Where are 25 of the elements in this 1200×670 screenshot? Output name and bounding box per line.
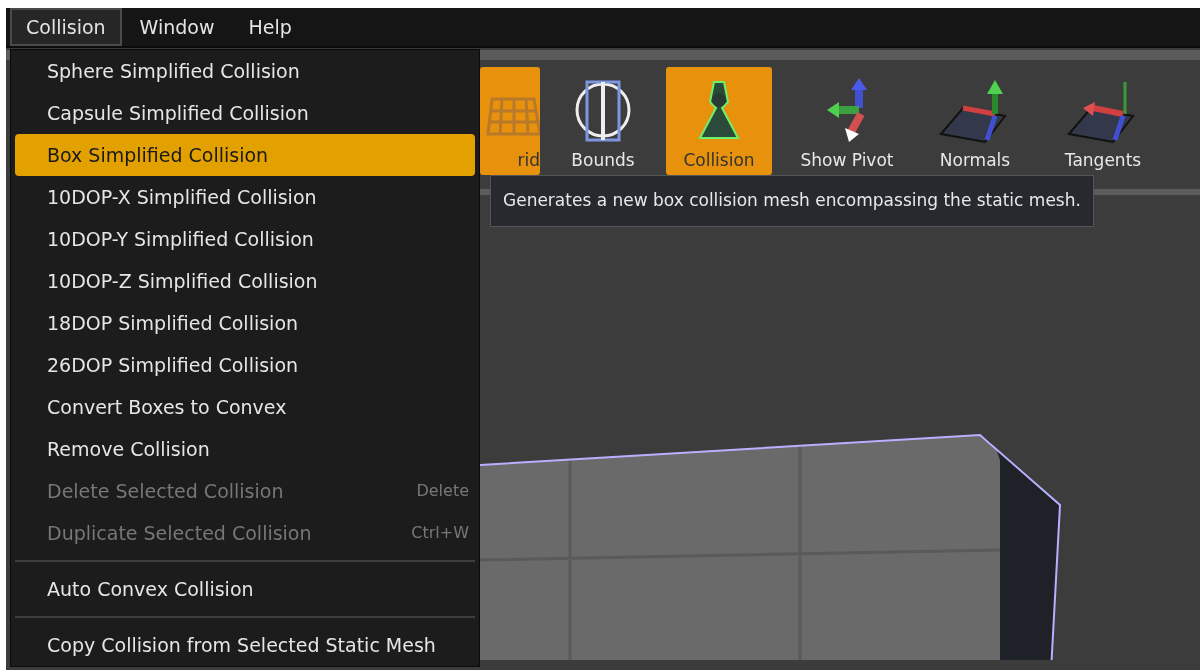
shortcut-label: Delete [416,480,469,502]
menu-item[interactable]: 10DOP-Y Simplified Collision [15,218,475,260]
shortcut-label: Ctrl+W [411,522,469,544]
menu-item[interactable]: Box Simplified Collision [15,134,475,176]
menu-item[interactable]: Remove Collision [15,428,475,470]
menu-item[interactable]: Sphere Simplified Collision [15,50,475,92]
toolbar-button[interactable]: Show Pivot [782,67,912,175]
toolbar-button[interactable]: Tangents [1038,67,1168,175]
tooltip: Generates a new box collision mesh encompassing the static mesh. [490,175,1094,227]
menu-bar-item[interactable]: Collision [10,7,122,47]
menu-item[interactable]: Capsule Simplified Collision [15,92,475,134]
toolbar-button[interactable]: Normals [922,67,1028,175]
toolbar-button[interactable]: rid [480,67,540,175]
menu-item[interactable]: Copy Collision from Selected Static Mesh [15,624,475,666]
menu-item[interactable]: 26DOP Simplified Collision [15,344,475,386]
menu-bar-item[interactable]: Help [232,7,308,47]
toolbar-button[interactable]: Collision [666,67,772,175]
menu-item[interactable]: 18DOP Simplified Collision [15,302,475,344]
menu-item[interactable]: 10DOP-Z Simplified Collision [15,260,475,302]
toolbar-button[interactable]: Bounds [550,67,656,175]
axis-arrows-icon [825,77,869,144]
menu-item[interactable]: Convert Boxes to Convex [15,386,475,428]
menu-item[interactable]: 10DOP-X Simplified Collision [15,176,475,218]
menu-bar-item[interactable]: Window [123,7,231,47]
menu-item[interactable]: Auto Convex Collision [15,568,475,610]
